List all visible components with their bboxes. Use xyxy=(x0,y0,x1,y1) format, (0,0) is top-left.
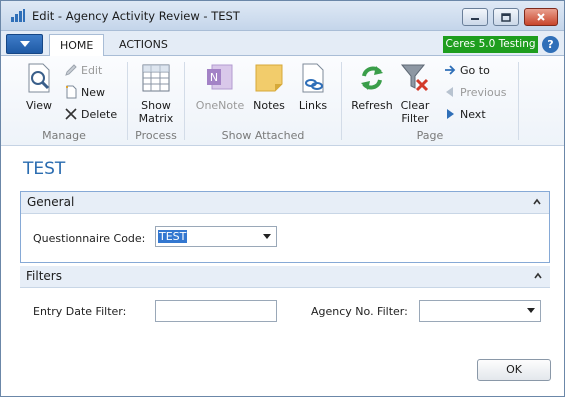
delete-icon xyxy=(64,107,78,121)
arrow-right-icon xyxy=(443,63,457,77)
delete-button[interactable]: Delete xyxy=(64,105,117,123)
title-bar[interactable]: Edit - Agency Activity Review - TEST xyxy=(1,1,564,31)
new-label: New xyxy=(81,85,105,99)
group-label-page: Page xyxy=(416,129,444,142)
agency-no-filter-label: Agency No. Filter: xyxy=(311,305,408,318)
show-matrix-label-1: Show xyxy=(141,99,171,112)
new-button[interactable]: New xyxy=(64,83,105,101)
links-icon xyxy=(302,63,324,93)
ok-button[interactable]: OK xyxy=(477,359,551,381)
next-label: Next xyxy=(460,107,486,121)
clear-filter-button[interactable]: Clear Filter xyxy=(397,62,433,125)
questionnaire-code-select[interactable]: TEST xyxy=(155,226,277,247)
previous-arrow-icon xyxy=(443,85,457,99)
previous-label: Previous xyxy=(460,85,507,99)
refresh-icon xyxy=(361,66,383,90)
delete-label: Delete xyxy=(81,107,118,121)
chevron-down-icon xyxy=(263,234,271,239)
chevron-up-icon xyxy=(534,272,542,279)
pencil-icon xyxy=(64,63,78,77)
new-document-icon xyxy=(64,85,78,99)
close-button[interactable] xyxy=(524,8,558,26)
notes-icon xyxy=(255,64,283,92)
filters-header-label: Filters xyxy=(26,269,62,283)
group-process: Show Matrix Process xyxy=(128,56,184,146)
window-title: Edit - Agency Activity Review - TEST xyxy=(32,9,240,23)
group-manage: View Edit New Delete Manage xyxy=(1,56,127,146)
ribbon: View Edit New Delete Manage Show Matrix … xyxy=(1,56,564,146)
group-separator xyxy=(518,62,519,140)
links-label: Links xyxy=(298,99,328,112)
onenote-label: OneNote xyxy=(195,99,245,112)
goto-button[interactable]: Go to xyxy=(443,61,490,79)
general-section: General Questionnaire Code: TEST xyxy=(20,191,550,263)
general-header-label: General xyxy=(27,195,75,209)
entry-date-filter-label: Entry Date Filter: xyxy=(33,305,127,318)
dialog-window: Edit - Agency Activity Review - TEST HOM… xyxy=(0,0,565,397)
tab-home[interactable]: HOME xyxy=(49,34,105,57)
matrix-icon xyxy=(142,64,170,92)
questionnaire-code-value: TEST xyxy=(158,230,188,243)
agency-no-filter-select[interactable] xyxy=(419,300,541,322)
chevron-down-icon xyxy=(527,308,535,313)
ribbon-tab-bar: HOME ACTIONS Ceres 5.0 Testing ? xyxy=(1,31,564,57)
view-icon xyxy=(28,63,50,93)
notes-label: Notes xyxy=(253,99,285,112)
company-badge: Ceres 5.0 Testing xyxy=(443,36,538,53)
edit-label: Edit xyxy=(81,63,103,77)
filters-section: Filters Entry Date Filter: Agency No. Fi… xyxy=(20,266,550,336)
general-header[interactable]: General xyxy=(21,192,549,214)
clear-filter-label-1: Clear xyxy=(400,99,430,112)
links-button[interactable]: Links xyxy=(295,62,331,112)
clear-filter-label-2: Filter xyxy=(401,112,429,125)
questionnaire-code-label: Questionnaire Code: xyxy=(33,232,146,245)
minimize-button[interactable] xyxy=(462,8,488,26)
onenote-button[interactable]: N OneNote xyxy=(195,62,245,112)
show-matrix-button[interactable]: Show Matrix xyxy=(136,62,176,125)
maximize-icon xyxy=(501,12,511,22)
next-button[interactable]: Next xyxy=(443,105,486,123)
page-title: TEST xyxy=(23,159,66,179)
chevron-up-icon xyxy=(533,198,541,205)
svg-text:N: N xyxy=(210,71,218,84)
clear-filter-icon xyxy=(400,64,429,92)
entry-date-filter-input[interactable] xyxy=(155,300,277,322)
edit-button[interactable]: Edit xyxy=(64,61,102,79)
chevron-down-icon xyxy=(19,41,30,47)
next-arrow-icon xyxy=(443,107,457,121)
onenote-icon: N xyxy=(207,64,233,90)
goto-label: Go to xyxy=(460,63,490,77)
application-menu-button[interactable] xyxy=(6,34,43,54)
app-icon xyxy=(11,9,25,22)
notes-button[interactable]: Notes xyxy=(251,62,287,112)
show-matrix-label-2: Matrix xyxy=(138,112,174,125)
refresh-label: Refresh xyxy=(351,99,393,112)
minimize-icon xyxy=(471,18,479,20)
filters-header[interactable]: Filters xyxy=(20,266,550,288)
group-page: Refresh Clear Filter Go to Previous Next… xyxy=(342,56,518,146)
refresh-button[interactable]: Refresh xyxy=(351,62,393,112)
tab-actions[interactable]: ACTIONS xyxy=(109,34,178,57)
group-show-attached: N OneNote Notes Links Show Attached xyxy=(185,56,341,146)
view-label: View xyxy=(25,99,53,112)
view-button[interactable]: View xyxy=(21,62,57,112)
group-label-show-attached: Show Attached xyxy=(221,129,305,142)
help-icon[interactable]: ? xyxy=(542,36,559,53)
group-label-process: Process xyxy=(135,129,177,142)
previous-button[interactable]: Previous xyxy=(443,83,507,101)
close-icon xyxy=(537,13,545,21)
group-label-manage: Manage xyxy=(42,129,86,142)
maximize-button[interactable] xyxy=(493,8,519,26)
